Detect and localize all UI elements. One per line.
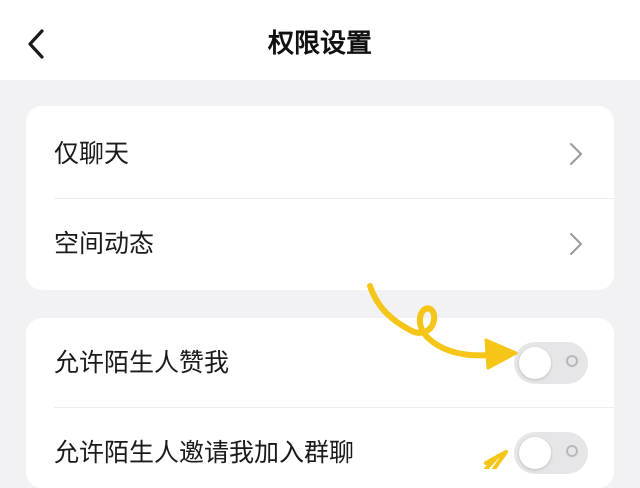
stranger-likes-toggle[interactable] <box>514 342 588 384</box>
settings-group-visibility: 仅聊天 空间动态 <box>26 106 614 290</box>
settings-item-chat-only[interactable]: 仅聊天 <box>26 109 614 199</box>
settings-item-label: 允许陌生人邀请我加入群聊 <box>54 438 355 467</box>
settings-group-strangers: 允许陌生人赞我 允许陌生人邀请我加入群聊 <box>26 318 614 488</box>
settings-item-label: 空间动态 <box>54 229 155 258</box>
settings-item-space-feed[interactable]: 空间动态 <box>26 199 614 289</box>
toggle-off-indicator-icon <box>566 355 578 367</box>
settings-item-stranger-group-invite: 允许陌生人邀请我加入群聊 <box>26 408 614 488</box>
toggle-off-indicator-icon <box>566 445 578 457</box>
settings-item-label: 允许陌生人赞我 <box>54 348 230 377</box>
page-title: 权限设置 <box>267 29 372 59</box>
stranger-group-invite-toggle[interactable] <box>514 432 588 474</box>
toggle-knob <box>519 437 551 469</box>
settings-item-label: 仅聊天 <box>54 139 130 168</box>
navigation-bar: 权限设置 <box>0 0 640 80</box>
settings-item-stranger-likes: 允许陌生人赞我 <box>26 318 614 408</box>
chevron-right-icon <box>570 233 582 255</box>
chevron-right-icon <box>570 143 582 165</box>
toggle-knob <box>519 347 551 379</box>
